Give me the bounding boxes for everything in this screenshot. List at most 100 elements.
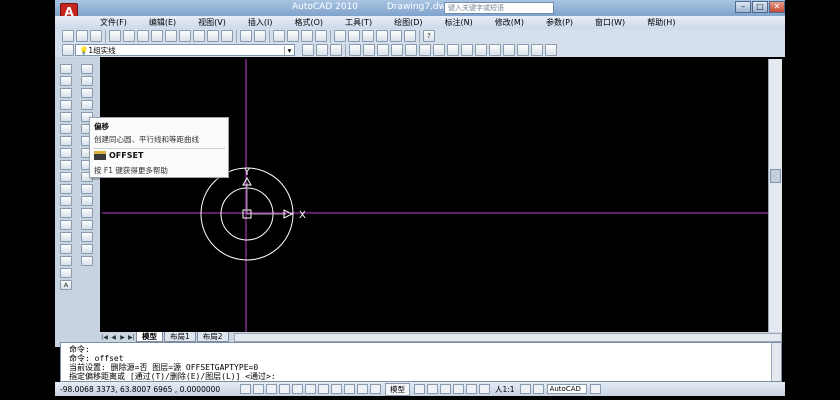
- make-current-layer-icon[interactable]: [302, 44, 314, 56]
- steering-wheel-icon[interactable]: [466, 384, 477, 394]
- model-space-button[interactable]: 模型: [385, 382, 410, 396]
- center-mark-icon[interactable]: [517, 44, 529, 56]
- copy-object-icon[interactable]: [81, 76, 93, 86]
- menu-parametric[interactable]: 参数(P): [535, 17, 584, 28]
- last-tab-icon[interactable]: ▶|: [127, 334, 136, 341]
- layer-manager-icon[interactable]: [62, 44, 74, 56]
- tab-layout2[interactable]: 布局2: [196, 332, 229, 342]
- quick-properties-toggle[interactable]: [370, 384, 381, 394]
- command-prompt[interactable]: 指定偏移距离或 [通过(T)/删除(E)/图层(L)] <通过>:: [69, 371, 276, 382]
- layer-previous-icon[interactable]: [316, 44, 328, 56]
- fillet-icon[interactable]: [81, 244, 93, 254]
- menu-dimension[interactable]: 标注(N): [434, 17, 484, 28]
- break-at-point-icon[interactable]: [81, 196, 93, 206]
- menu-draw[interactable]: 绘图(D): [383, 17, 433, 28]
- construction-line-icon[interactable]: [60, 76, 72, 86]
- showmotion-icon[interactable]: [479, 384, 490, 394]
- save-icon[interactable]: [90, 30, 102, 42]
- multiline-text-icon[interactable]: A: [60, 280, 72, 290]
- tolerance-icon[interactable]: [503, 44, 515, 56]
- undo-icon[interactable]: [240, 30, 252, 42]
- match-properties-icon[interactable]: [207, 30, 219, 42]
- revision-cloud-icon[interactable]: [60, 148, 72, 158]
- zoom-realtime-icon[interactable]: [287, 30, 299, 42]
- help-icon[interactable]: ?: [423, 30, 435, 42]
- print-preview-icon[interactable]: [123, 30, 135, 42]
- ortho-toggle[interactable]: [279, 384, 290, 394]
- layer-dropdown[interactable]: 💡 1组实线 ▾: [75, 44, 295, 56]
- grid-toggle[interactable]: [266, 384, 277, 394]
- table-icon[interactable]: [60, 268, 72, 278]
- print-icon[interactable]: [109, 30, 121, 42]
- angular-dimension-icon[interactable]: [447, 44, 459, 56]
- sheet-set-icon[interactable]: [376, 30, 388, 42]
- properties-icon[interactable]: [334, 30, 346, 42]
- tab-layout1[interactable]: 布局1: [164, 332, 196, 342]
- lineweight-toggle[interactable]: [357, 384, 368, 394]
- extend-icon[interactable]: [81, 184, 93, 194]
- 3d-dwf-icon[interactable]: [151, 30, 163, 42]
- erase-icon[interactable]: [81, 64, 93, 74]
- quick-view-drawings-icon[interactable]: [427, 384, 438, 394]
- insert-block-icon[interactable]: [60, 196, 72, 206]
- drawing-canvas[interactable]: Y X: [102, 59, 768, 332]
- polyline-icon[interactable]: [60, 88, 72, 98]
- offset-icon[interactable]: [81, 100, 93, 110]
- chamfer-icon[interactable]: [81, 232, 93, 242]
- ellipse-arc-icon[interactable]: [60, 184, 72, 194]
- minimize-button[interactable]: –: [735, 1, 751, 13]
- command-scrollbar[interactable]: [771, 343, 781, 381]
- snap-toggle[interactable]: [253, 384, 264, 394]
- ordinate-icon[interactable]: [391, 44, 403, 56]
- region-icon[interactable]: [60, 256, 72, 266]
- join-icon[interactable]: [81, 220, 93, 230]
- diameter-dimension-icon[interactable]: [433, 44, 445, 56]
- menu-edit[interactable]: 编辑(E): [138, 17, 187, 28]
- arc-icon[interactable]: [60, 124, 72, 134]
- radius-dimension-icon[interactable]: [405, 44, 417, 56]
- line-icon[interactable]: [60, 64, 72, 74]
- osnap-toggle[interactable]: [305, 384, 316, 394]
- point-icon[interactable]: [60, 220, 72, 230]
- linear-dimension-icon[interactable]: [349, 44, 361, 56]
- hatch-icon[interactable]: [60, 232, 72, 242]
- menu-tools[interactable]: 工具(T): [334, 17, 383, 28]
- previous-tab-icon[interactable]: ◀: [109, 334, 118, 341]
- design-center-icon[interactable]: [348, 30, 360, 42]
- continue-icon[interactable]: [489, 44, 501, 56]
- rectangle-icon[interactable]: [60, 112, 72, 122]
- dimension-style-icon[interactable]: [545, 44, 557, 56]
- layer-states-icon[interactable]: [330, 44, 342, 56]
- pan-icon[interactable]: [273, 30, 285, 42]
- search-input[interactable]: 键入关键字或短语: [444, 2, 554, 14]
- tool-palettes-icon[interactable]: [362, 30, 374, 42]
- mirror-icon[interactable]: [81, 88, 93, 98]
- break-icon[interactable]: [81, 208, 93, 218]
- ducs-toggle[interactable]: [331, 384, 342, 394]
- first-tab-icon[interactable]: |◀: [100, 334, 109, 341]
- block-editor-icon[interactable]: [221, 30, 233, 42]
- lock-icon[interactable]: [589, 384, 601, 394]
- make-block-icon[interactable]: [60, 208, 72, 218]
- menu-insert[interactable]: 插入(I): [237, 17, 284, 28]
- copy-icon[interactable]: [179, 30, 191, 42]
- baseline-icon[interactable]: [475, 44, 487, 56]
- markup-icon[interactable]: [390, 30, 402, 42]
- explode-icon[interactable]: [81, 256, 93, 266]
- quick-view-layouts-icon[interactable]: [414, 384, 425, 394]
- menu-modify[interactable]: 修改(M): [484, 17, 535, 28]
- menu-view[interactable]: 视图(V): [187, 17, 237, 28]
- new-file-icon[interactable]: [62, 30, 74, 42]
- infer-constraints-toggle[interactable]: [240, 384, 251, 394]
- publish-icon[interactable]: [137, 30, 149, 42]
- dimension-edit-icon[interactable]: [531, 44, 543, 56]
- next-tab-icon[interactable]: ▶: [118, 334, 127, 341]
- close-button[interactable]: ✕: [769, 1, 785, 13]
- open-file-icon[interactable]: [76, 30, 88, 42]
- ellipse-icon[interactable]: [60, 172, 72, 182]
- workspace-switch[interactable]: AutoCAD: [546, 384, 587, 394]
- scrollbar-thumb[interactable]: [770, 169, 781, 183]
- horizontal-scrollbar[interactable]: [233, 332, 782, 342]
- command-window[interactable]: 命令: 命令: offset 当前设置: 删除源=否 图层=源 OFFSETGA…: [60, 342, 782, 382]
- pan-status-icon[interactable]: [440, 384, 451, 394]
